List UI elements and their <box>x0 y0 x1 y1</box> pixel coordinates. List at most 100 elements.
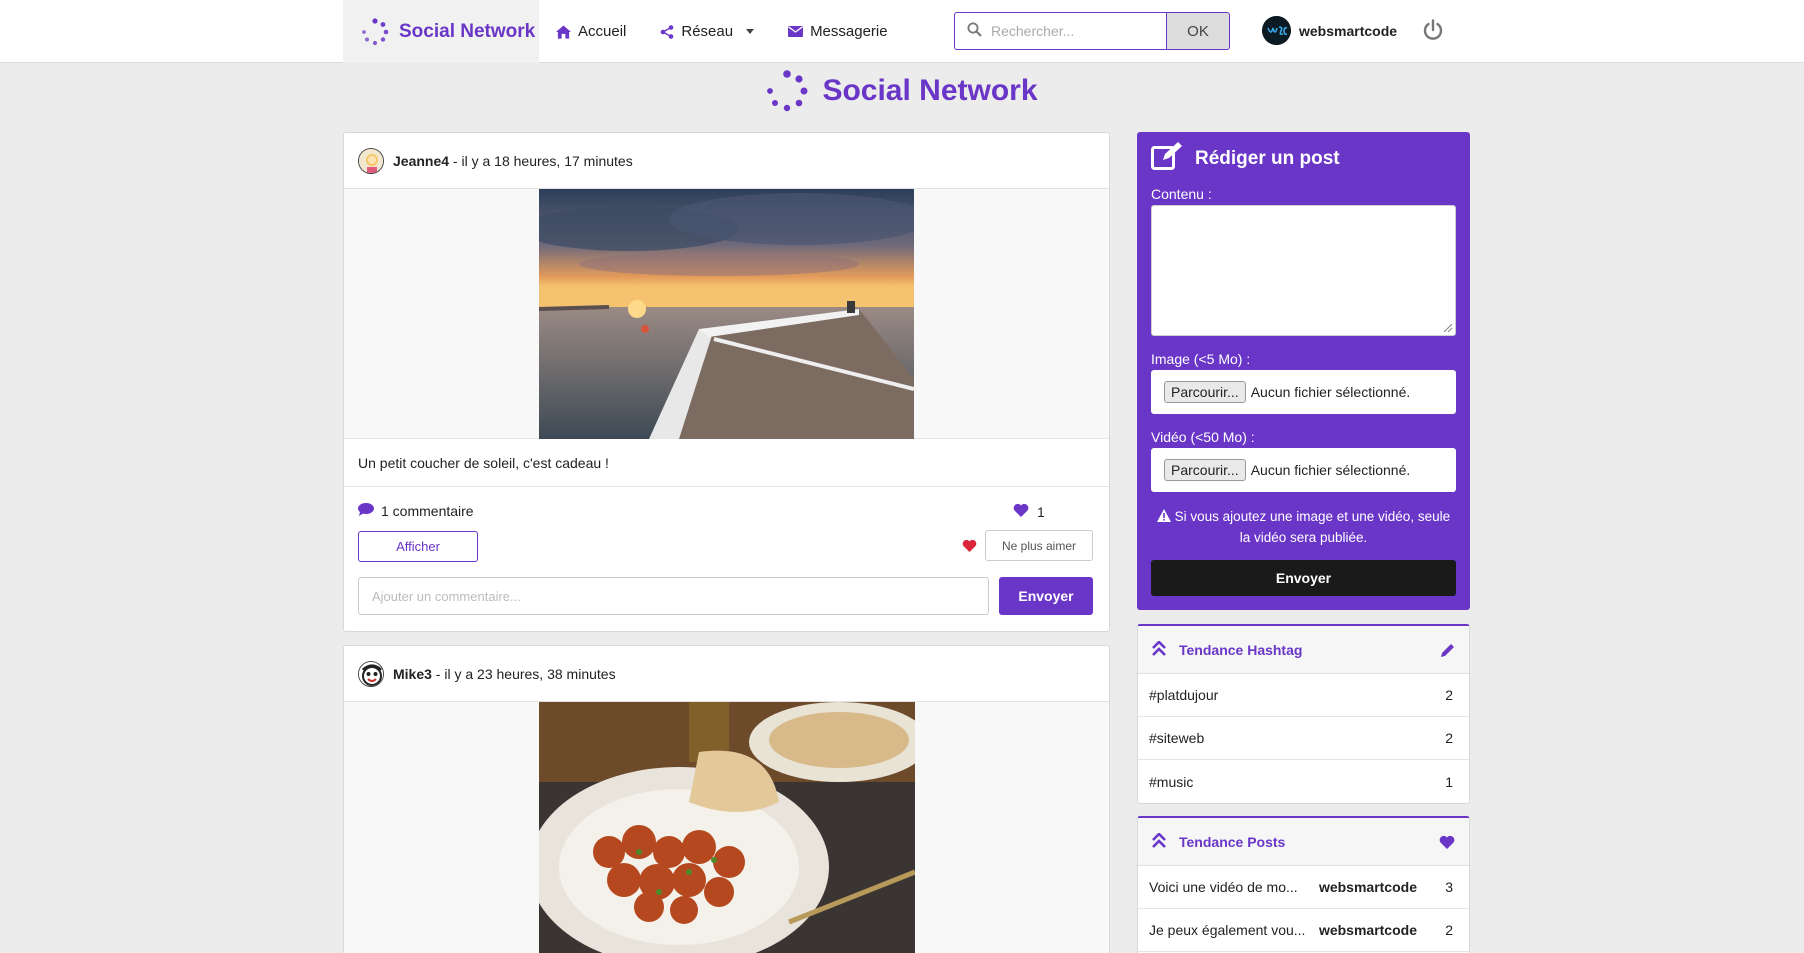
nav-item-messagerie[interactable]: Messagerie <box>788 23 888 40</box>
trending-post-count: 2 <box>1445 922 1453 938</box>
search-box <box>954 12 1166 50</box>
trending-post-count: 3 <box>1445 879 1453 895</box>
hashtag-row[interactable]: #siteweb 2 <box>1138 717 1469 760</box>
comment-icon <box>358 503 374 519</box>
post-card: Jeanne4 - il y a 18 heures, 17 minutes U… <box>343 132 1110 632</box>
post-header: Mike3 - il y a 23 heures, 38 minutes <box>344 646 1109 702</box>
trending-post-text: Je peux également vou... <box>1149 922 1306 938</box>
double-chevron-up-icon <box>1152 831 1166 851</box>
trending-hashtags-title: Tendance Hashtag <box>1179 641 1303 658</box>
nav-item-label: Accueil <box>578 23 627 40</box>
post-footer: 1 commentaire 1 Afficher Ne plus aimer E… <box>344 487 1109 632</box>
upload-warning: Si vous ajoutez une image et une vidéo, … <box>1151 507 1456 548</box>
post-image <box>344 188 1109 439</box>
share-icon <box>660 24 674 39</box>
edit-icon <box>1151 142 1183 176</box>
page-title-text: Social Network <box>822 74 1038 107</box>
heart-icon <box>1439 835 1455 852</box>
page-title: Social Network <box>0 70 1804 112</box>
home-icon <box>556 24 571 39</box>
nav-item-label: Réseau <box>681 23 734 40</box>
show-comments-button[interactable]: Afficher <box>358 531 478 562</box>
video-file-status: Aucun fichier sélectionné. <box>1250 462 1411 478</box>
search-form: OK <box>954 12 1230 50</box>
power-icon[interactable] <box>1422 19 1444 45</box>
submit-post-button[interactable]: Envoyer <box>1151 560 1456 596</box>
warning-text: Si vous ajoutez une image et une vidéo, … <box>1174 509 1451 545</box>
heart-icon <box>962 539 977 555</box>
likes-count-label: 1 <box>1037 503 1045 520</box>
nav-item-accueil[interactable]: Accueil <box>556 23 626 40</box>
post-card: Mike3 - il y a 23 heures, 38 minutes <box>343 645 1110 953</box>
trending-post-row[interactable]: Voici une vidéo de mo... websmartcode 3 <box>1138 866 1469 909</box>
warning-icon <box>1156 508 1171 528</box>
hashtag-row[interactable]: #platdujour 2 <box>1138 674 1469 717</box>
spinner-logo-icon <box>362 17 389 45</box>
post-image <box>344 702 1109 953</box>
resize-handle-icon[interactable] <box>1443 323 1453 333</box>
comment-input[interactable] <box>358 577 989 615</box>
image-browse-button[interactable]: Parcourir... <box>1164 381 1246 403</box>
user-avatar <box>1262 16 1291 45</box>
hashtag-label: #siteweb <box>1149 730 1205 746</box>
chevron-down-icon <box>746 29 755 34</box>
compose-title: Rédiger un post <box>1151 142 1340 176</box>
pencil-icon[interactable] <box>1440 643 1455 661</box>
heart-icon <box>1013 503 1029 520</box>
trending-hashtags-panel: Tendance Hashtag #platdujour 2 #siteweb … <box>1137 624 1470 804</box>
comments-count-label: 1 commentaire <box>381 503 474 519</box>
post-time: - il y a 18 heures, 17 minutes <box>449 152 633 169</box>
trending-post-row[interactable]: Je peux également vou... websmartcode 2 <box>1138 909 1469 952</box>
post-header: Jeanne4 - il y a 18 heures, 17 minutes <box>344 133 1109 189</box>
avatar[interactable] <box>358 147 384 174</box>
trending-posts-panel: Tendance Posts Voici une vidéo de mo... … <box>1137 816 1470 953</box>
trending-posts-header: Tendance Posts <box>1138 818 1469 866</box>
post-author[interactable]: Jeanne4 <box>393 153 449 169</box>
brand-name: Social Network <box>399 20 536 42</box>
hashtag-count: 2 <box>1445 687 1453 703</box>
send-comment-button[interactable]: Envoyer <box>999 577 1093 615</box>
post-author[interactable]: Mike3 <box>393 666 432 682</box>
content-label: Contenu : <box>1151 186 1212 202</box>
hashtag-count: 2 <box>1445 730 1453 746</box>
search-icon <box>967 22 982 40</box>
content-textarea[interactable] <box>1151 205 1456 336</box>
hashtag-label: #music <box>1149 773 1194 790</box>
shrimp-dish-image <box>538 702 915 953</box>
trending-hashtags-header: Tendance Hashtag <box>1138 626 1469 674</box>
envelope-icon <box>788 26 804 37</box>
trending-post-author: websmartcode <box>1318 922 1417 938</box>
image-file-input: Parcourir... Aucun fichier sélectionné. <box>1151 370 1456 414</box>
user-profile-link[interactable]: websmartcode <box>1262 16 1397 45</box>
hashtag-label: #platdujour <box>1149 687 1219 703</box>
user-name: websmartcode <box>1299 22 1398 39</box>
compose-post-panel: Rédiger un post Contenu : Image (<5 Mo) … <box>1137 132 1470 610</box>
trending-post-author: websmartcode <box>1318 879 1417 895</box>
post-text: Un petit coucher de soleil, c'est cadeau… <box>344 439 1109 487</box>
post-time: - il y a 23 heures, 38 minutes <box>431 665 616 682</box>
comments-count[interactable]: 1 commentaire <box>358 503 474 519</box>
video-file-input: Parcourir... Aucun fichier sélectionné. <box>1151 448 1456 492</box>
trending-posts-title: Tendance Posts <box>1179 833 1286 850</box>
hashtag-count: 1 <box>1445 773 1453 790</box>
brand-link[interactable]: Social Network <box>343 0 539 63</box>
image-label: Image (<5 Mo) : <box>1151 351 1251 367</box>
trending-post-text: Voici une vidéo de mo... <box>1149 879 1298 895</box>
video-browse-button[interactable]: Parcourir... <box>1164 459 1246 481</box>
double-chevron-up-icon <box>1152 639 1166 659</box>
top-navbar: Social Network Accueil Réseau Messagerie <box>0 0 1804 63</box>
image-file-status: Aucun fichier sélectionné. <box>1250 384 1411 400</box>
unlike-button[interactable]: Ne plus aimer <box>985 530 1093 561</box>
spinner-logo-icon <box>767 70 808 112</box>
sunset-pier-image <box>539 188 914 439</box>
hashtag-row[interactable]: #music 1 <box>1138 760 1469 803</box>
avatar[interactable] <box>358 660 384 687</box>
nav-item-reseau[interactable]: Réseau <box>660 23 755 40</box>
nav-item-label: Messagerie <box>810 23 888 40</box>
main-nav: Accueil Réseau Messagerie <box>556 0 888 63</box>
likes-count: 1 <box>1013 503 1045 520</box>
search-input[interactable] <box>991 23 1151 39</box>
video-label: Vidéo (<50 Mo) : <box>1151 429 1255 445</box>
search-button[interactable]: OK <box>1166 12 1230 50</box>
compose-title-text: Rédiger un post <box>1195 148 1340 169</box>
